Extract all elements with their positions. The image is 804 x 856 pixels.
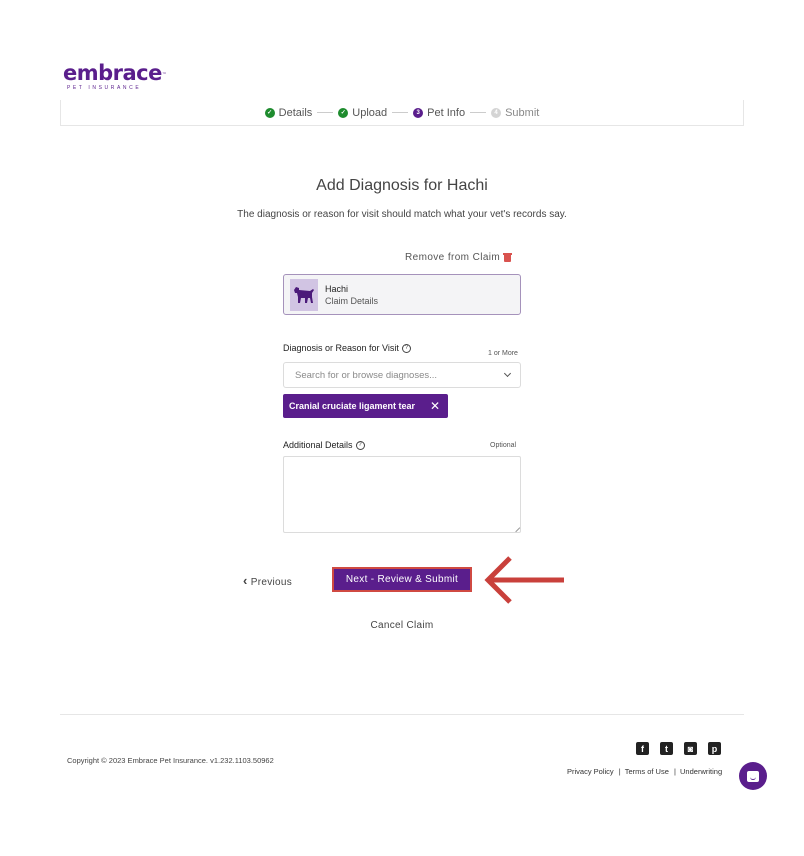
additional-details-hint: Optional: [490, 442, 517, 449]
check-circle-icon: ✓: [264, 107, 275, 118]
chevron-down-icon: [503, 369, 512, 378]
step-upload: ✓ Upload: [338, 107, 387, 119]
copyright-text: Copyright © 2023 Embrace Pet Insurance. …: [67, 756, 274, 765]
chip-label: Cranial cruciate ligament tear: [289, 401, 416, 411]
close-icon[interactable]: ✕: [430, 399, 440, 413]
dog-icon: [294, 286, 314, 303]
pet-name: Hachi: [325, 283, 349, 294]
twitter-icon[interactable]: t: [660, 742, 673, 755]
step-details: ✓ Details: [264, 106, 313, 119]
chevron-left-icon: ‹: [243, 573, 248, 588]
link-separator: |: [673, 767, 676, 776]
pet-card[interactable]: Hachi Claim Details: [283, 274, 521, 315]
terms-of-use-link[interactable]: Terms of Use: [625, 767, 669, 776]
embrace-logo[interactable]: embrace™ PET INSURANCE: [63, 61, 167, 92]
next-review-submit-button[interactable]: Next - Review & Submit: [332, 567, 472, 592]
pinterest-icon[interactable]: p: [708, 742, 721, 755]
diagnosis-label: Diagnosis or Reason for Visit ?: [283, 343, 411, 353]
social-links: f t ◙ p: [636, 742, 721, 755]
footer-links: Privacy Policy | Terms of Use | Underwri…: [567, 767, 722, 776]
step-pet-info: 3 Pet Info: [413, 107, 465, 119]
instagram-icon[interactable]: ◙: [684, 742, 697, 755]
step-label: Submit: [505, 106, 540, 119]
additional-details-label: Additional Details ?: [283, 440, 365, 450]
underwriting-link[interactable]: Underwriting: [680, 767, 722, 776]
step-number-icon: 3: [413, 107, 424, 118]
step-divider: [470, 112, 487, 113]
help-icon[interactable]: ?: [401, 343, 411, 353]
footer-divider: [60, 714, 744, 715]
step-label: Upload: [352, 106, 388, 119]
step-divider: [317, 112, 334, 113]
help-icon[interactable]: ?: [355, 440, 365, 450]
link-separator: |: [618, 767, 621, 776]
selected-diagnosis-chip: Cranial cruciate ligament tear ✕: [283, 394, 448, 418]
brand-tagline: PET INSURANCE: [67, 85, 142, 91]
brand-name: embrace: [63, 61, 162, 85]
remove-from-claim-link[interactable]: Remove from Claim: [405, 252, 513, 263]
step-label: Pet Info: [427, 106, 466, 119]
step-submit: 4 Submit: [491, 107, 539, 119]
additional-details-textarea[interactable]: [283, 456, 521, 533]
page-subtitle: The diagnosis or reason for visit should…: [237, 209, 567, 220]
progress-stepper: ✓ Details ✓ Upload 3 Pet Info 4 Submit: [60, 100, 744, 126]
remove-label: Remove from Claim: [405, 252, 501, 263]
facebook-icon[interactable]: f: [636, 742, 649, 755]
previous-button[interactable]: ‹ Previous: [243, 573, 292, 588]
page-title: Add Diagnosis for Hachi: [316, 177, 488, 194]
red-arrow-annotation-icon: [484, 556, 564, 604]
trash-icon: [503, 253, 513, 262]
pet-thumbnail: [290, 278, 318, 311]
step-label: Details: [278, 106, 313, 119]
cancel-claim-link[interactable]: Cancel Claim: [0, 620, 804, 631]
privacy-policy-link[interactable]: Privacy Policy: [567, 767, 614, 776]
diagnosis-placeholder: Search for or browse diagnoses...: [295, 369, 438, 381]
step-divider: [392, 112, 409, 113]
diagnosis-hint: 1 or More: [488, 350, 518, 357]
chat-icon: [747, 770, 759, 782]
claim-details-label: Claim Details: [325, 295, 379, 306]
brand-trademark: ™: [161, 72, 167, 78]
step-number-icon: 4: [491, 107, 502, 118]
chat-launcher-button[interactable]: [739, 762, 767, 790]
diagnosis-search-select[interactable]: Search for or browse diagnoses...: [283, 362, 521, 388]
check-circle-icon: ✓: [338, 107, 349, 118]
